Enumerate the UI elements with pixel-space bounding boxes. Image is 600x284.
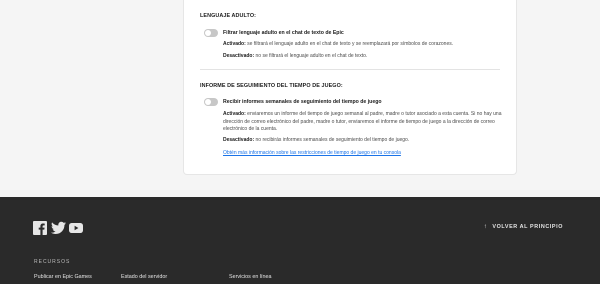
toggle-knob bbox=[205, 99, 211, 105]
adult-on-description: Activado: se filtrará el lenguaje adulto… bbox=[223, 41, 513, 49]
back-to-top-label: VOLVER AL PRINCIPIO bbox=[492, 224, 563, 230]
playtime-off-description: Desactivado: no recibirás informes seman… bbox=[223, 137, 513, 145]
arrow-up-icon: ↑ bbox=[483, 224, 488, 230]
site-footer: ↑ VOLVER AL PRINCIPIO RECURSOS Publicar e… bbox=[0, 197, 600, 284]
playtime-report-title: INFORME DE SEGUIMIENTO DEL TIEMPO DE JUE… bbox=[200, 83, 343, 89]
adult-on-label: Activado: bbox=[223, 41, 246, 47]
resources-title: RECURSOS bbox=[34, 259, 71, 265]
adult-filter-label: Filtrar lenguaje adulto en el chat de te… bbox=[223, 30, 344, 36]
twitter-icon[interactable] bbox=[51, 221, 66, 235]
playtime-report-label: Recibir informes semanales de seguimient… bbox=[223, 99, 382, 105]
adult-off-label: Desactivado: bbox=[223, 53, 255, 59]
back-to-top-link[interactable]: ↑ VOLVER AL PRINCIPIO bbox=[484, 224, 563, 230]
adult-on-text: se filtrará el lenguaje adulto en el cha… bbox=[245, 41, 454, 47]
section-divider bbox=[200, 69, 500, 70]
playtime-on-text: enviaremos un informe del tiempo de jueg… bbox=[223, 111, 502, 133]
adult-filter-toggle[interactable] bbox=[204, 29, 218, 37]
playtime-on-label: Activado: bbox=[223, 111, 246, 117]
footer-link-publish[interactable]: Publicar en Epic Games bbox=[34, 274, 92, 280]
playtime-off-text: no recibirás informes semanales de segui… bbox=[254, 137, 410, 143]
playtime-restrictions-link[interactable]: Obtén más información sobre las restricc… bbox=[223, 150, 401, 156]
toggle-knob bbox=[205, 30, 211, 36]
playtime-report-toggle[interactable] bbox=[204, 98, 218, 106]
playtime-off-label: Desactivado: bbox=[223, 137, 255, 143]
footer-link-online-services[interactable]: Servicios en línea bbox=[229, 274, 272, 280]
adult-off-text: no se filtrará el lenguaje adulto en el … bbox=[254, 53, 368, 59]
playtime-on-description: Activado: enviaremos un informe del tiem… bbox=[223, 111, 513, 134]
facebook-icon[interactable] bbox=[33, 221, 47, 235]
settings-card: LENGUAJE ADULTO: Filtrar lenguaje adulto… bbox=[183, 0, 517, 175]
youtube-icon[interactable] bbox=[69, 221, 83, 235]
footer-link-server-status[interactable]: Estado del servidor bbox=[121, 274, 167, 280]
adult-language-title: LENGUAJE ADULTO: bbox=[200, 13, 257, 19]
adult-off-description: Desactivado: no se filtrará el lenguaje … bbox=[223, 53, 513, 61]
